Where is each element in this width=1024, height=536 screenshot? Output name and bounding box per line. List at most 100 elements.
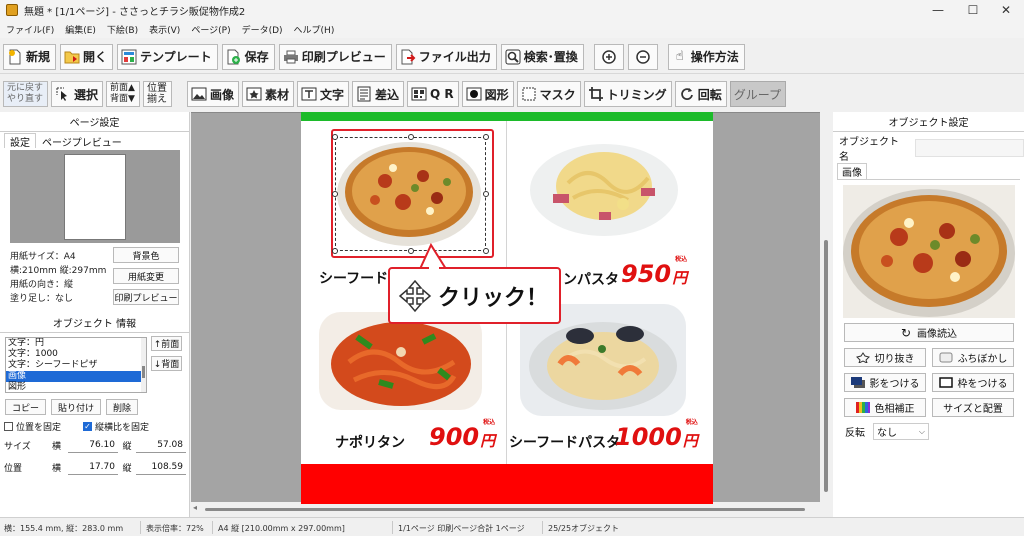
add-material-button[interactable]: 素材 — [241, 81, 294, 107]
bring-front-button[interactable]: ↑前面 — [151, 336, 182, 351]
resize-handle[interactable] — [332, 134, 338, 140]
send-back-label[interactable]: 背面▼ — [110, 94, 135, 105]
shadow-button[interactable]: 影をつける — [844, 373, 926, 392]
how-to-button[interactable]: ☝ 操作方法 — [667, 43, 745, 70]
menu-view[interactable]: 表示(V) — [149, 23, 180, 36]
width-field[interactable]: 76.10 — [68, 437, 118, 453]
zoom-out-button[interactable] — [627, 43, 658, 70]
merge-button[interactable]: 差込 — [352, 81, 405, 107]
resize-handle[interactable] — [332, 248, 338, 254]
mask-button[interactable]: マスク — [516, 81, 581, 107]
resize-handle[interactable] — [483, 191, 489, 197]
frame-button[interactable]: 枠をつける — [932, 373, 1014, 392]
menu-data[interactable]: データ(D) — [242, 23, 283, 36]
trimming-button[interactable]: トリミング — [583, 81, 672, 107]
height-field[interactable]: 57.08 — [136, 437, 186, 453]
paste-button[interactable]: 貼り付け — [51, 399, 102, 415]
align-button[interactable]: 位置 揃え — [142, 81, 172, 107]
maximize-button[interactable]: ☐ — [955, 0, 991, 20]
crop-button[interactable]: 切り抜き — [844, 348, 926, 367]
item-label-seafood-pasta[interactable]: シーフードパスタ — [509, 432, 620, 452]
select-button[interactable]: 選択 — [51, 81, 104, 107]
page-thumbnail[interactable] — [64, 154, 126, 240]
size-position-button[interactable]: サイズと配置 — [932, 398, 1014, 417]
x-field[interactable]: 17.70 — [68, 459, 118, 475]
how-to-label: 操作方法 — [690, 50, 739, 64]
menu-page[interactable]: ページ(P) — [191, 23, 230, 36]
qr-button[interactable]: Q R — [407, 81, 459, 107]
vertical-scroll-thumb[interactable] — [824, 240, 828, 492]
yen-label: 円 — [672, 269, 688, 287]
resize-handle[interactable] — [483, 134, 489, 140]
print-preview-side-button[interactable]: 印刷プレビュー — [113, 289, 179, 305]
item-label-napolitan[interactable]: ナポリタン — [335, 432, 405, 452]
resize-handle[interactable] — [483, 248, 489, 254]
price-pasta[interactable]: 950 円 税込 — [621, 256, 688, 288]
open-button[interactable]: 開く — [60, 43, 114, 70]
flip-select[interactable]: なし ⌵ — [873, 423, 929, 440]
napolitan-image[interactable] — [319, 312, 482, 410]
menu-bar: ファイル(F) 編集(E) 下絵(B) 表示(V) ページ(P) データ(D) … — [0, 20, 1024, 38]
y-field[interactable]: 108.59 — [136, 459, 186, 475]
keep-ratio-checkbox[interactable]: ✓ — [83, 422, 93, 431]
save-button[interactable]: 保存 — [221, 43, 275, 70]
print-preview-button[interactable]: 印刷プレビュー — [278, 43, 392, 70]
change-paper-button[interactable]: 用紙変更 — [113, 268, 179, 284]
horizontal-scroll-thumb[interactable] — [205, 508, 805, 511]
vertical-scrollbar[interactable] — [820, 112, 832, 504]
color-palette-icon — [855, 402, 870, 413]
tab-page-preview[interactable]: ページプレビュー — [36, 133, 128, 149]
menu-help[interactable]: ヘルプ(H) — [294, 23, 335, 36]
search-replace-button[interactable]: 検索･置換 — [500, 43, 584, 70]
undo-redo-button[interactable]: 元に戻す やり直す — [3, 81, 49, 107]
redo-label[interactable]: やり直す — [7, 94, 43, 105]
add-text-button[interactable]: 文字 — [296, 81, 349, 107]
bring-front-label[interactable]: 前面▲ — [110, 83, 135, 94]
selection-bounds[interactable] — [335, 137, 486, 251]
list-item-selected[interactable]: 画像 — [6, 371, 146, 382]
object-name-field[interactable] — [914, 139, 1024, 157]
price-seafood-pasta[interactable]: 1000 円 税込 — [615, 419, 698, 451]
object-list[interactable]: 文字：円 文字：1000 文字：シーフードピザ 画像 図形 — [5, 337, 147, 393]
copy-button[interactable]: コピー — [5, 399, 47, 415]
list-scrollbar[interactable] — [141, 338, 146, 392]
menu-edit[interactable]: 編集(E) — [65, 23, 96, 36]
list-item[interactable]: 図形 — [6, 382, 146, 392]
delete-button[interactable]: 削除 — [106, 399, 139, 415]
close-button[interactable]: ✕ — [988, 0, 1024, 20]
group-button[interactable]: グループ — [729, 81, 786, 107]
resize-handle[interactable] — [332, 191, 338, 197]
tab-settings[interactable]: 設定 — [4, 133, 36, 149]
send-back-button[interactable]: ↓背面 — [151, 356, 182, 371]
bottom-red-band[interactable] — [301, 464, 713, 504]
carbonara-image[interactable] — [523, 128, 685, 244]
export-button[interactable]: ファイル出力 — [395, 43, 497, 70]
fix-position-checkbox[interactable] — [4, 422, 13, 431]
horizontal-scrollbar[interactable]: ◂ — [191, 502, 820, 516]
tab-image[interactable]: 画像 — [837, 163, 867, 179]
top-green-band[interactable] — [301, 112, 713, 121]
menu-underlay[interactable]: 下絵(B) — [107, 23, 138, 36]
resize-handle[interactable] — [408, 248, 414, 254]
color-correct-button[interactable]: 色相補正 — [844, 398, 926, 417]
shape-button[interactable]: 図形 — [461, 81, 514, 107]
tax-label: 税込 — [675, 256, 688, 263]
price-napolitan[interactable]: 900 円 税込 — [429, 419, 495, 451]
list-item[interactable]: 文字：円 — [6, 338, 146, 349]
list-item[interactable]: 文字：1000 — [6, 349, 146, 360]
rotate-button[interactable]: 回転 — [674, 81, 727, 107]
load-image-button[interactable]: ↻ 画像読込 — [844, 323, 1014, 342]
blur-edge-button[interactable]: ふちぼかし — [932, 348, 1014, 367]
undo-label[interactable]: 元に戻す — [7, 83, 43, 94]
zoom-in-button[interactable] — [593, 43, 624, 70]
new-button[interactable]: 新規 — [3, 43, 57, 70]
template-button[interactable]: テンプレート — [117, 43, 218, 70]
resize-handle[interactable] — [408, 134, 414, 140]
item-label-pasta[interactable]: ンパスタ — [563, 269, 619, 289]
background-color-button[interactable]: 背景色 — [113, 247, 179, 263]
list-item[interactable]: 文字：シーフードピザ — [6, 360, 146, 371]
front-back-button[interactable]: 前面▲ 背面▼ — [106, 81, 140, 107]
add-image-button[interactable]: 画像 — [186, 81, 239, 107]
menu-file[interactable]: ファイル(F) — [6, 23, 54, 36]
minimize-button[interactable]: — — [920, 0, 956, 20]
